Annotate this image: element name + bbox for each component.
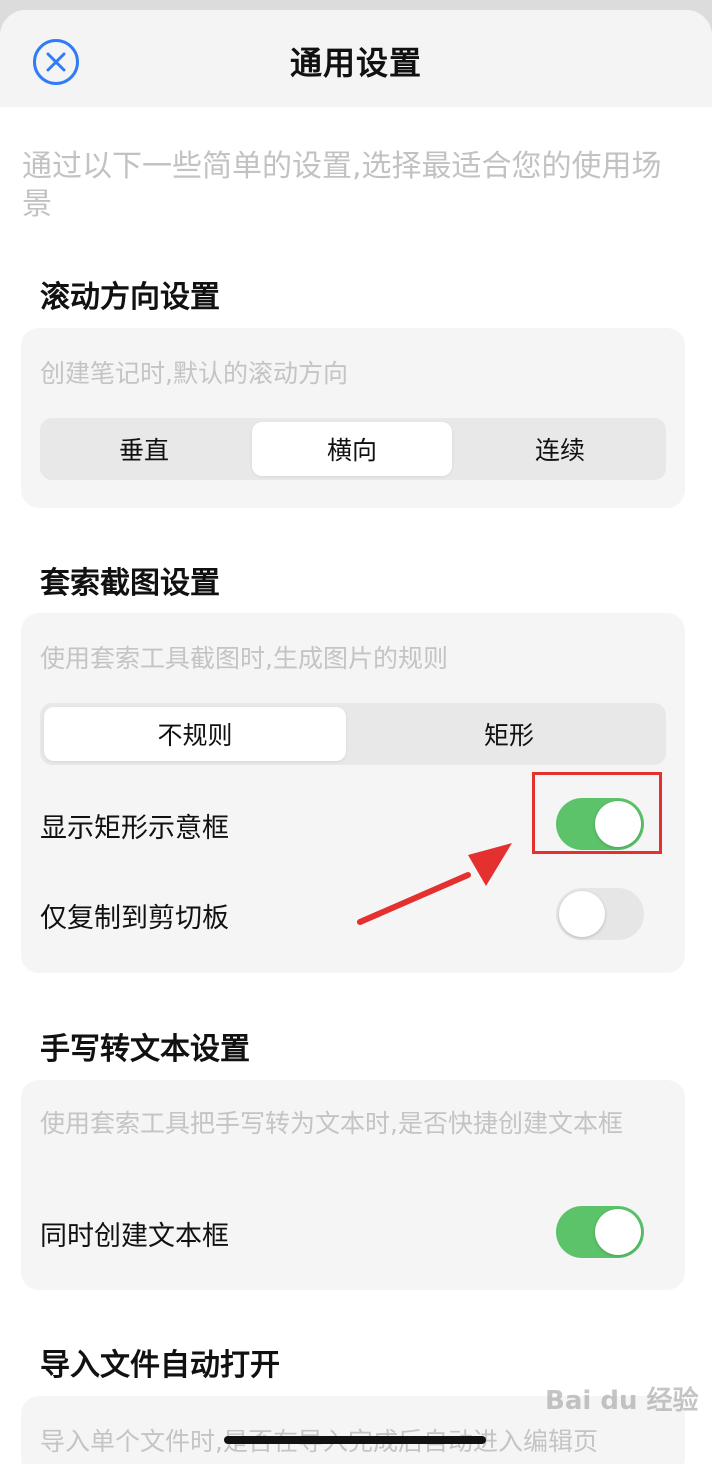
annotation-arrow-icon xyxy=(357,843,512,925)
watermark: Bai du 经验 xyxy=(545,1386,699,1416)
home-indicator xyxy=(224,1436,486,1444)
